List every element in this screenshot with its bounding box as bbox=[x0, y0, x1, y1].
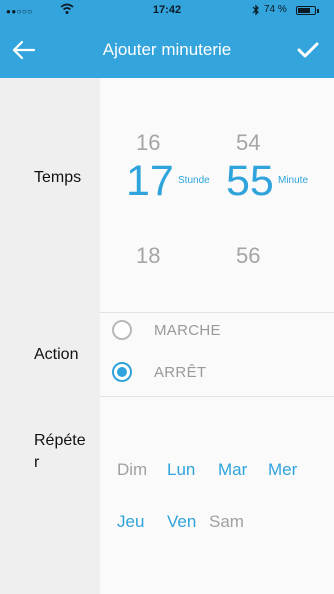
day-lun[interactable]: Lun bbox=[167, 460, 195, 480]
section-divider bbox=[100, 396, 334, 397]
bluetooth-icon bbox=[252, 4, 260, 19]
minute-option-next[interactable]: 56 bbox=[236, 243, 260, 269]
day-sam[interactable]: Sam bbox=[209, 512, 244, 532]
hour-option-next[interactable]: 18 bbox=[136, 243, 160, 269]
day-jeu[interactable]: Jeu bbox=[117, 512, 144, 532]
timer-screen: ●●○○○ 17:42 74 % Ajouter minuterie Temps bbox=[0, 0, 334, 594]
action-option-label: ARRÊT bbox=[154, 364, 207, 381]
nav-bar: Ajouter minuterie bbox=[0, 22, 334, 78]
radio-arret[interactable] bbox=[112, 362, 132, 382]
action-option-marche[interactable]: MARCHE bbox=[112, 320, 312, 348]
label-column bbox=[0, 78, 100, 594]
minute-unit-label: Minute bbox=[278, 175, 309, 186]
battery-icon bbox=[296, 6, 316, 15]
status-bar: ●●○○○ 17:42 74 % bbox=[0, 0, 334, 22]
action-label: Action bbox=[34, 346, 79, 363]
time-label: Temps bbox=[34, 169, 82, 186]
hour-option-prev[interactable]: 16 bbox=[136, 130, 160, 156]
hour-selected[interactable]: 17 bbox=[126, 157, 174, 206]
battery-fill bbox=[298, 8, 310, 13]
minute-selected[interactable]: 55 bbox=[226, 157, 274, 206]
day-mar[interactable]: Mar bbox=[218, 460, 247, 480]
action-option-label: MARCHE bbox=[154, 322, 221, 339]
day-mer[interactable]: Mer bbox=[268, 460, 297, 480]
minute-option-prev[interactable]: 54 bbox=[236, 130, 260, 156]
radio-marche[interactable] bbox=[112, 320, 132, 340]
repeat-label-line: Répéte bbox=[34, 432, 86, 449]
action-option-arret[interactable]: ARRÊT bbox=[112, 362, 312, 390]
battery-percent: 74 % bbox=[264, 4, 287, 15]
radio-selected-dot bbox=[117, 367, 127, 377]
day-dim[interactable]: Dim bbox=[117, 460, 147, 480]
day-ven[interactable]: Ven bbox=[167, 512, 196, 532]
confirm-button[interactable] bbox=[288, 32, 328, 68]
battery-tip bbox=[317, 9, 319, 13]
hour-unit-label: Stunde bbox=[178, 175, 210, 186]
section-divider bbox=[100, 312, 334, 313]
checkmark-icon bbox=[297, 42, 319, 58]
repeat-label-line: r bbox=[34, 454, 40, 471]
repeat-label: Répéte r bbox=[34, 430, 86, 474]
page-title: Ajouter minuterie bbox=[102, 40, 232, 59]
